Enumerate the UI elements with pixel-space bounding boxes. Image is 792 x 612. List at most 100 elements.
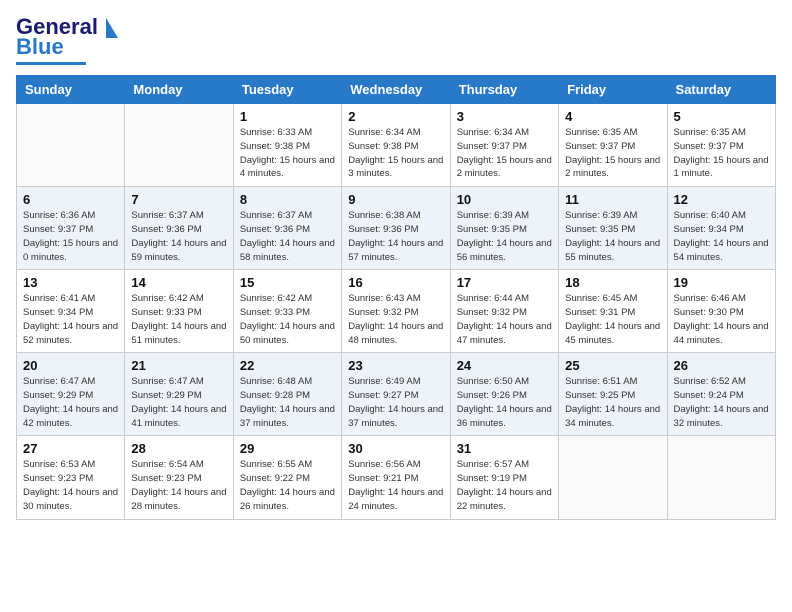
day-detail: Sunrise: 6:38 AMSunset: 9:36 PMDaylight:…	[348, 209, 443, 264]
calendar-day-cell: 28Sunrise: 6:54 AMSunset: 9:23 PMDayligh…	[125, 436, 233, 519]
day-number: 5	[674, 109, 769, 124]
calendar-day-cell: 23 Sunrise: 6:49 AMSunset: 9:27 PMDayligh…	[342, 353, 450, 436]
day-detail: Sunrise: 6:42 AMSunset: 9:33 PMDaylight:…	[240, 292, 335, 347]
calendar-day-cell: 19 Sunrise: 6:46 AMSunset: 9:30 PMDayligh…	[667, 270, 775, 353]
weekday-header-cell: Thursday	[450, 76, 558, 104]
calendar-day-cell: 5 Sunrise: 6:35 AMSunset: 9:37 PMDaylight…	[667, 104, 775, 187]
calendar-day-cell: 10 Sunrise: 6:39 AMSunset: 9:35 PMDayligh…	[450, 187, 558, 270]
calendar-day-cell: 25 Sunrise: 6:51 AMSunset: 9:25 PMDayligh…	[559, 353, 667, 436]
calendar-day-cell: 1 Sunrise: 6:33 AMSunset: 9:38 PMDaylight…	[233, 104, 341, 187]
day-number: 17	[457, 275, 552, 290]
calendar-week-row: 1 Sunrise: 6:33 AMSunset: 9:38 PMDaylight…	[17, 104, 776, 187]
calendar-week-row: 20 Sunrise: 6:47 AMSunset: 9:29 PMDayligh…	[17, 353, 776, 436]
day-detail: Sunrise: 6:36 AMSunset: 9:37 PMDaylight:…	[23, 209, 118, 264]
calendar-day-cell: 7 Sunrise: 6:37 AMSunset: 9:36 PMDaylight…	[125, 187, 233, 270]
day-detail: Sunrise: 6:40 AMSunset: 9:34 PMDaylight:…	[674, 209, 769, 264]
day-number: 20	[23, 358, 118, 373]
logo-blue: Blue	[16, 34, 64, 60]
calendar-week-row: 6 Sunrise: 6:36 AMSunset: 9:37 PMDaylight…	[17, 187, 776, 270]
day-number: 16	[348, 275, 443, 290]
day-number: 14	[131, 275, 226, 290]
calendar-body: 1 Sunrise: 6:33 AMSunset: 9:38 PMDaylight…	[17, 104, 776, 519]
day-number: 31	[457, 441, 552, 456]
calendar-day-cell: 6 Sunrise: 6:36 AMSunset: 9:37 PMDaylight…	[17, 187, 125, 270]
calendar-day-cell: 26Sunrise: 6:52 AMSunset: 9:24 PMDayligh…	[667, 353, 775, 436]
day-detail: Sunrise: 6:33 AMSunset: 9:38 PMDaylight:…	[240, 126, 335, 181]
day-detail: Sunrise: 6:47 AMSunset: 9:29 PMDaylight:…	[131, 375, 226, 430]
logo-underline	[16, 62, 86, 65]
calendar-day-cell: 18Sunrise: 6:45 AMSunset: 9:31 PMDayligh…	[559, 270, 667, 353]
day-number: 10	[457, 192, 552, 207]
calendar-week-row: 13 Sunrise: 6:41 AMSunset: 9:34 PMDayligh…	[17, 270, 776, 353]
day-detail: Sunrise: 6:54 AMSunset: 9:23 PMDaylight:…	[131, 458, 226, 513]
calendar-day-cell: 12 Sunrise: 6:40 AMSunset: 9:34 PMDayligh…	[667, 187, 775, 270]
day-detail: Sunrise: 6:45 AMSunset: 9:31 PMDaylight:…	[565, 292, 660, 347]
weekday-header-cell: Saturday	[667, 76, 775, 104]
calendar-day-cell: 29Sunrise: 6:55 AMSunset: 9:22 PMDayligh…	[233, 436, 341, 519]
day-number: 13	[23, 275, 118, 290]
day-number: 23	[348, 358, 443, 373]
day-number: 6	[23, 192, 118, 207]
day-number: 22	[240, 358, 335, 373]
day-detail: Sunrise: 6:41 AMSunset: 9:34 PMDaylight:…	[23, 292, 118, 347]
day-detail: Sunrise: 6:50 AMSunset: 9:26 PMDaylight:…	[457, 375, 552, 430]
weekday-header-row: SundayMondayTuesdayWednesdayThursdayFrid…	[17, 76, 776, 104]
calendar-day-cell: 30Sunrise: 6:56 AMSunset: 9:21 PMDayligh…	[342, 436, 450, 519]
day-number: 25	[565, 358, 660, 373]
day-number: 19	[674, 275, 769, 290]
calendar-day-cell: 17Sunrise: 6:44 AMSunset: 9:32 PMDayligh…	[450, 270, 558, 353]
calendar-day-cell: 4Sunrise: 6:35 AMSunset: 9:37 PMDaylight…	[559, 104, 667, 187]
calendar-day-cell: 24Sunrise: 6:50 AMSunset: 9:26 PMDayligh…	[450, 353, 558, 436]
day-detail: Sunrise: 6:39 AMSunset: 9:35 PMDaylight:…	[457, 209, 552, 264]
day-detail: Sunrise: 6:56 AMSunset: 9:21 PMDaylight:…	[348, 458, 443, 513]
calendar-week-row: 27Sunrise: 6:53 AMSunset: 9:23 PMDayligh…	[17, 436, 776, 519]
day-number: 2	[348, 109, 443, 124]
calendar-day-cell: 16 Sunrise: 6:43 AMSunset: 9:32 PMDayligh…	[342, 270, 450, 353]
day-detail: Sunrise: 6:48 AMSunset: 9:28 PMDaylight:…	[240, 375, 335, 430]
calendar-day-cell: 20 Sunrise: 6:47 AMSunset: 9:29 PMDayligh…	[17, 353, 125, 436]
day-detail: Sunrise: 6:37 AMSunset: 9:36 PMDaylight:…	[131, 209, 226, 264]
calendar-day-cell	[17, 104, 125, 187]
day-number: 3	[457, 109, 552, 124]
calendar-day-cell: 15 Sunrise: 6:42 AMSunset: 9:33 PMDayligh…	[233, 270, 341, 353]
day-number: 1	[240, 109, 335, 124]
day-detail: Sunrise: 6:37 AMSunset: 9:36 PMDaylight:…	[240, 209, 335, 264]
day-detail: Sunrise: 6:51 AMSunset: 9:25 PMDaylight:…	[565, 375, 660, 430]
day-detail: Sunrise: 6:49 AMSunset: 9:27 PMDaylight:…	[348, 375, 443, 430]
calendar-day-cell: 13 Sunrise: 6:41 AMSunset: 9:34 PMDayligh…	[17, 270, 125, 353]
calendar-table: SundayMondayTuesdayWednesdayThursdayFrid…	[16, 75, 776, 519]
calendar-day-cell: 27Sunrise: 6:53 AMSunset: 9:23 PMDayligh…	[17, 436, 125, 519]
day-number: 15	[240, 275, 335, 290]
page-header: General Blue	[16, 16, 776, 65]
day-detail: Sunrise: 6:43 AMSunset: 9:32 PMDaylight:…	[348, 292, 443, 347]
calendar-day-cell: 14 Sunrise: 6:42 AMSunset: 9:33 PMDayligh…	[125, 270, 233, 353]
calendar-day-cell: 11Sunrise: 6:39 AMSunset: 9:35 PMDayligh…	[559, 187, 667, 270]
day-detail: Sunrise: 6:46 AMSunset: 9:30 PMDaylight:…	[674, 292, 769, 347]
day-number: 27	[23, 441, 118, 456]
weekday-header-cell: Monday	[125, 76, 233, 104]
day-number: 21	[131, 358, 226, 373]
day-detail: Sunrise: 6:47 AMSunset: 9:29 PMDaylight:…	[23, 375, 118, 430]
day-detail: Sunrise: 6:57 AMSunset: 9:19 PMDaylight:…	[457, 458, 552, 513]
calendar-day-cell: 21 Sunrise: 6:47 AMSunset: 9:29 PMDayligh…	[125, 353, 233, 436]
day-number: 29	[240, 441, 335, 456]
calendar-day-cell: 9Sunrise: 6:38 AMSunset: 9:36 PMDaylight…	[342, 187, 450, 270]
weekday-header-cell: Wednesday	[342, 76, 450, 104]
calendar-day-cell	[667, 436, 775, 519]
weekday-header-cell: Sunday	[17, 76, 125, 104]
calendar-day-cell: 2 Sunrise: 6:34 AMSunset: 9:38 PMDaylight…	[342, 104, 450, 187]
day-number: 7	[131, 192, 226, 207]
day-detail: Sunrise: 6:52 AMSunset: 9:24 PMDaylight:…	[674, 375, 769, 430]
day-detail: Sunrise: 6:34 AMSunset: 9:38 PMDaylight:…	[348, 126, 443, 181]
day-detail: Sunrise: 6:42 AMSunset: 9:33 PMDaylight:…	[131, 292, 226, 347]
calendar-day-cell: 3 Sunrise: 6:34 AMSunset: 9:37 PMDaylight…	[450, 104, 558, 187]
calendar-day-cell: 8 Sunrise: 6:37 AMSunset: 9:36 PMDaylight…	[233, 187, 341, 270]
day-detail: Sunrise: 6:35 AMSunset: 9:37 PMDaylight:…	[674, 126, 769, 181]
day-number: 12	[674, 192, 769, 207]
day-number: 11	[565, 192, 660, 207]
day-detail: Sunrise: 6:34 AMSunset: 9:37 PMDaylight:…	[457, 126, 552, 181]
calendar-day-cell	[559, 436, 667, 519]
day-number: 8	[240, 192, 335, 207]
calendar-day-cell: 31 Sunrise: 6:57 AMSunset: 9:19 PMDayligh…	[450, 436, 558, 519]
weekday-header-cell: Friday	[559, 76, 667, 104]
